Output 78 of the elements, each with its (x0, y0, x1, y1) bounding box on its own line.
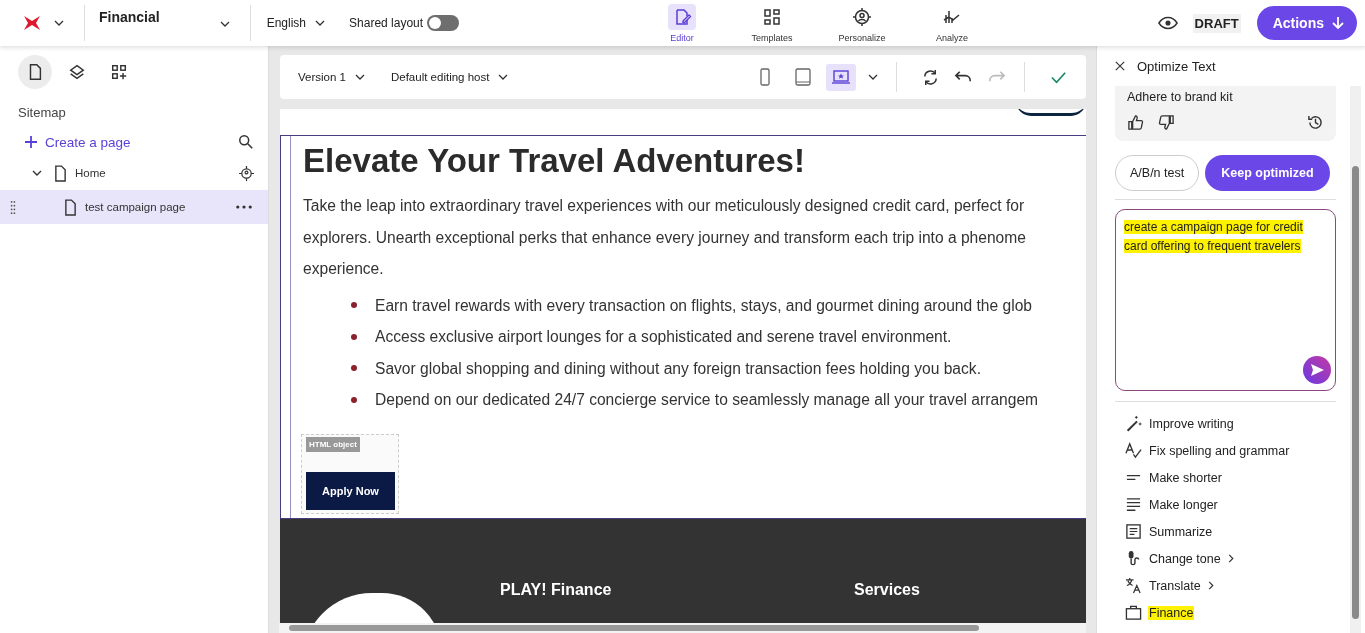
create-page-link[interactable]: Create a page (24, 134, 131, 150)
menu-item[interactable]: Change tone (1125, 545, 1336, 572)
desktop-icon (831, 67, 851, 87)
logo-icon[interactable] (22, 15, 42, 31)
layers-icon (68, 63, 86, 81)
html-object-container[interactable]: HTML object Apply Now (301, 433, 399, 514)
language-dropdown[interactable]: English (266, 16, 326, 30)
menu-item[interactable]: Summarize (1125, 518, 1336, 545)
chevron-down-icon[interactable] (54, 20, 64, 26)
menu-item[interactable]: Make longer (1125, 491, 1336, 518)
add-grid-icon (110, 63, 128, 81)
target-person-icon (852, 6, 873, 27)
shared-layout-toggle[interactable] (427, 15, 460, 31)
chevron-down-icon (498, 74, 509, 80)
nav-tab[interactable]: Personalize (819, 3, 906, 43)
chevron-right-icon (1207, 581, 1214, 590)
search-icon[interactable] (238, 134, 254, 150)
chevron-down-icon (219, 21, 230, 27)
tablet-icon (793, 67, 813, 87)
close-icon[interactable] (1115, 61, 1125, 71)
shared-layout-label: Shared layout (349, 16, 424, 30)
nav-tab[interactable]: Editor (639, 3, 726, 43)
footer-heading: Services (854, 580, 920, 599)
preview-eye-icon[interactable] (1157, 16, 1178, 30)
menu-item[interactable]: Fix spelling and grammar (1125, 437, 1336, 464)
prompt-text: create a campaign page for credit card offering to frequent travelers (1124, 219, 1304, 255)
intro-paragraph: Take the leap into extraordinary travel experiences with our meticulously designed credit card, perfect for explorers. Unearth exceptional perks that enhance every journey and transform each trip into a phenome experience. (303, 196, 1027, 279)
ab-test-button[interactable]: A/B/n test (1115, 155, 1200, 191)
sitemap-title: Sitemap (18, 105, 67, 120)
magic-wand-icon (1125, 415, 1142, 432)
send-icon[interactable] (1303, 356, 1331, 384)
sidebar-tab[interactable] (18, 55, 52, 89)
plus-icon (24, 135, 38, 149)
tree-item[interactable]: Home (0, 156, 268, 190)
chevron-down-icon (354, 74, 365, 80)
refresh-icon[interactable] (921, 67, 940, 87)
keep-optimized-button[interactable]: Keep optimized (1205, 155, 1330, 191)
translate-icon (1125, 577, 1142, 594)
drag-handle-icon[interactable] (10, 199, 16, 215)
nav-tab[interactable]: Templates (729, 3, 816, 43)
prompt-field[interactable]: create a campaign page for credit card offering to frequent travelers (1115, 209, 1336, 391)
target-icon[interactable] (239, 165, 254, 181)
history-icon[interactable] (1307, 114, 1324, 131)
actions-button[interactable]: Actions (1256, 6, 1357, 40)
page-heading: Elevate Your Travel Adventures! (303, 142, 806, 180)
editing-host-dropdown[interactable]: Default editing host (390, 71, 509, 83)
result-text: Adhere to brand kit (1127, 90, 1234, 104)
footer-heading: PLAY! Finance (500, 580, 612, 599)
menu-item[interactable]: Make shorter (1125, 464, 1336, 491)
arrow-down-icon (1331, 16, 1345, 30)
grid-icon (762, 6, 783, 27)
chevron-down-icon (315, 20, 326, 26)
briefcase-icon (1125, 604, 1142, 621)
more-icon[interactable] (236, 205, 252, 209)
menu-item[interactable]: Improve writing (1125, 410, 1336, 437)
document-lines-icon (1125, 523, 1142, 540)
device-view-button[interactable] (826, 63, 856, 91)
apply-now-button[interactable]: Apply Now (306, 471, 395, 510)
html-object-label: HTML object (306, 436, 360, 452)
page-icon (54, 164, 67, 182)
page-icon (64, 198, 77, 216)
version-dropdown[interactable]: Version 1 (298, 71, 365, 83)
tree-item[interactable]: test campaign page (0, 190, 268, 224)
chevron-right-icon (1227, 554, 1234, 563)
panel-title: Optimize Text (1137, 58, 1216, 74)
long-lines-icon (1125, 496, 1142, 513)
site-dropdown[interactable]: Financial (99, 7, 230, 39)
horizontal-scrollbar[interactable] (279, 623, 1086, 633)
thumbs-down-icon[interactable] (1158, 114, 1175, 131)
menu-item[interactable]: Translate (1125, 572, 1336, 599)
spell-check-icon (1125, 442, 1142, 459)
chevron-down-icon[interactable] (868, 74, 878, 80)
thumbs-up-icon[interactable] (1127, 114, 1144, 131)
status-badge: DRAFT (1192, 13, 1241, 33)
chevron-down-icon[interactable] (32, 170, 42, 176)
menu-item[interactable]: Finance (1125, 599, 1336, 626)
vertical-scrollbar[interactable] (1350, 86, 1361, 633)
nav-tab[interactable]: Analyze (909, 3, 996, 43)
